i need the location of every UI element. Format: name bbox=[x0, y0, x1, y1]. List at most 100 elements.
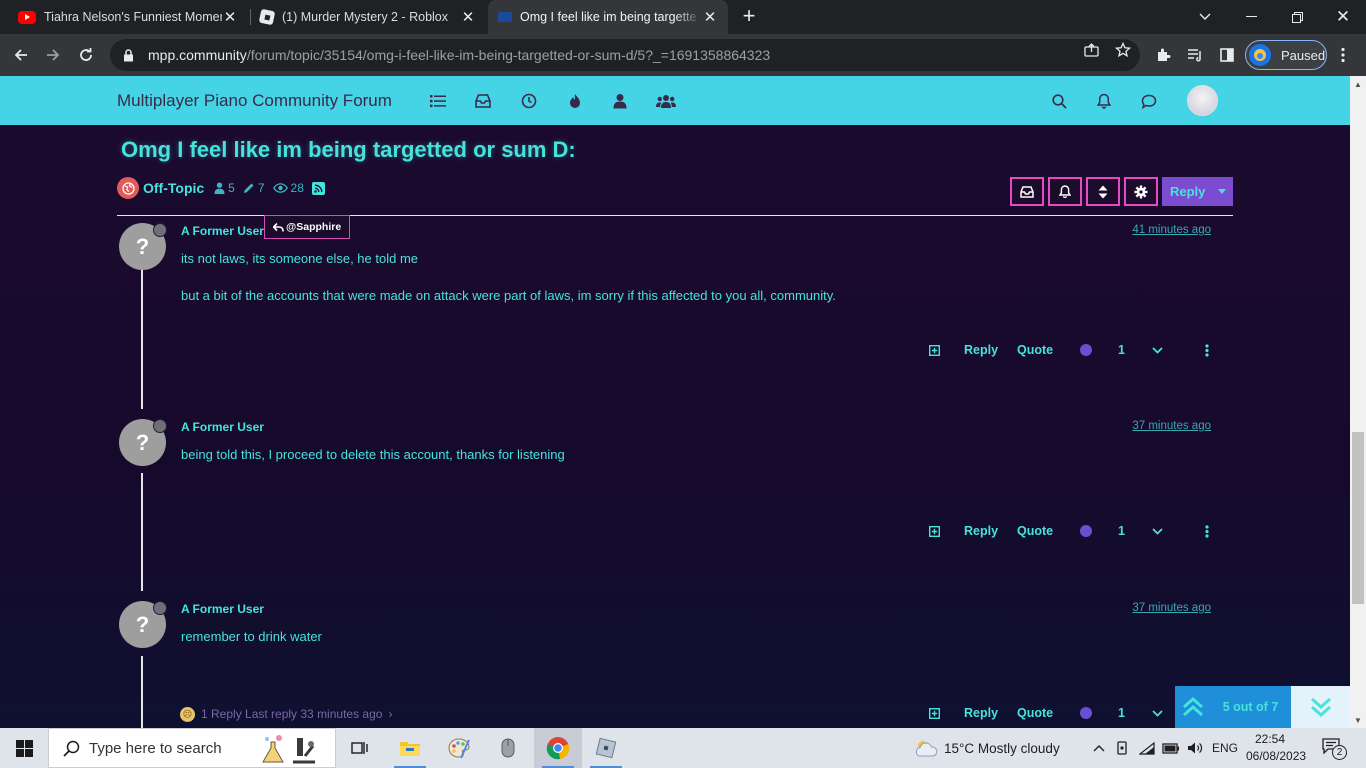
pagination-counter[interactable]: 5 out of 7 bbox=[1210, 686, 1291, 728]
post-timestamp[interactable]: 41 minutes ago bbox=[1132, 224, 1211, 236]
post-reply-button[interactable]: Reply bbox=[964, 703, 998, 723]
chat-icon[interactable] bbox=[1140, 92, 1158, 110]
post-menu-button[interactable] bbox=[1205, 340, 1209, 360]
start-button[interactable] bbox=[0, 728, 48, 768]
rss-icon[interactable] bbox=[311, 181, 325, 195]
sort-button[interactable] bbox=[1086, 177, 1120, 206]
address-bar[interactable]: mpp.community/forum/topic/35154/omg-i-fe… bbox=[110, 39, 1140, 71]
quote-button[interactable]: Quote bbox=[1017, 703, 1053, 723]
downvote-button[interactable] bbox=[1152, 340, 1163, 360]
forum-brand[interactable]: Multiplayer Piano Community Forum bbox=[117, 91, 392, 111]
post-timestamp[interactable]: 37 minutes ago bbox=[1132, 420, 1211, 432]
close-window-button[interactable]: ✕ bbox=[1320, 0, 1366, 34]
replies-link[interactable]: ☹ 1 Reply Last reply 33 minutes ago › bbox=[180, 705, 392, 723]
menu-icon[interactable] bbox=[1333, 45, 1353, 65]
wifi-icon[interactable] bbox=[1138, 739, 1156, 757]
upvote-button[interactable] bbox=[1080, 703, 1092, 723]
scroll-down-arrow[interactable]: ▼ bbox=[1350, 712, 1366, 728]
posts-count: 7 bbox=[257, 181, 265, 195]
vote-dot-icon bbox=[1080, 344, 1092, 356]
taskbar-paint[interactable] bbox=[435, 728, 483, 768]
post-timestamp[interactable]: 37 minutes ago bbox=[1132, 602, 1211, 614]
meet-now-icon[interactable] bbox=[1114, 739, 1132, 757]
battery-icon[interactable] bbox=[1162, 739, 1180, 757]
topic-title: Omg I feel like im being targetted or su… bbox=[121, 137, 576, 162]
taskbar-clock[interactable]: 22:54 06/08/2023 bbox=[1246, 731, 1306, 765]
reload-button[interactable] bbox=[73, 42, 99, 68]
close-icon[interactable]: ✕ bbox=[702, 9, 718, 26]
reply-button[interactable]: Reply bbox=[1162, 177, 1233, 206]
notification-center-button[interactable]: 2 bbox=[1322, 738, 1347, 760]
tab-forum-topic[interactable]: Omg I feel like im being targette ✕ bbox=[488, 0, 728, 34]
downvote-button[interactable] bbox=[1152, 521, 1163, 541]
extensions-icon[interactable] bbox=[1153, 45, 1173, 65]
bookmark-button[interactable] bbox=[929, 340, 940, 360]
inbox-button[interactable] bbox=[1010, 177, 1044, 206]
minimize-button[interactable] bbox=[1228, 0, 1274, 34]
chevron-up-icon[interactable] bbox=[1090, 739, 1108, 757]
back-button[interactable] bbox=[8, 42, 34, 68]
tab-youtube[interactable]: Tiahra Nelson's Funniest Moment ✕ bbox=[8, 0, 248, 34]
taskbar-mouse-app[interactable] bbox=[484, 728, 532, 768]
user-avatar[interactable] bbox=[1187, 85, 1218, 116]
vote-count: 1 bbox=[1118, 524, 1125, 538]
post-reply-button[interactable]: Reply bbox=[964, 521, 998, 541]
scroll-bottom-button[interactable] bbox=[1291, 686, 1350, 728]
bell-icon[interactable] bbox=[1095, 92, 1113, 110]
quote-button[interactable]: Quote bbox=[1017, 521, 1053, 541]
category-link[interactable]: Off-Topic bbox=[143, 180, 204, 196]
new-tab-button[interactable]: + bbox=[737, 5, 761, 29]
taskbar-search[interactable]: Type here to search bbox=[48, 728, 336, 768]
close-icon[interactable]: ✕ bbox=[460, 9, 476, 26]
reply-dropdown-toggle[interactable] bbox=[1210, 177, 1233, 206]
views-count: 28 bbox=[290, 181, 304, 195]
page-scrollbar[interactable]: ▲ ▼ bbox=[1350, 76, 1366, 728]
tab-search-button[interactable] bbox=[1182, 0, 1228, 34]
forward-button[interactable] bbox=[40, 42, 66, 68]
scroll-top-button[interactable] bbox=[1175, 686, 1210, 728]
bookmark-button[interactable] bbox=[929, 521, 940, 541]
task-view-button[interactable] bbox=[336, 728, 384, 768]
upvote-button[interactable] bbox=[1080, 521, 1092, 541]
restore-button[interactable] bbox=[1274, 0, 1320, 34]
topic-tools-button[interactable] bbox=[1124, 177, 1158, 206]
tab-roblox[interactable]: (1) Murder Mystery 2 - Roblox ✕ bbox=[250, 0, 486, 34]
fire-icon[interactable] bbox=[566, 92, 584, 110]
scroll-up-arrow[interactable]: ▲ bbox=[1350, 76, 1366, 92]
volume-icon[interactable] bbox=[1186, 739, 1204, 757]
parent-post-link[interactable]: @Sapphire bbox=[264, 215, 351, 239]
clock-icon[interactable] bbox=[520, 92, 538, 110]
ellipsis-vertical-icon bbox=[1205, 343, 1209, 357]
user-icon[interactable] bbox=[611, 92, 629, 110]
post-author[interactable]: A Former User bbox=[181, 420, 264, 434]
watch-button[interactable] bbox=[1048, 177, 1082, 206]
reload-icon bbox=[80, 48, 92, 61]
search-icon[interactable] bbox=[1050, 92, 1068, 110]
post-author[interactable]: A Former User bbox=[181, 224, 264, 238]
taskbar-chrome[interactable] bbox=[534, 728, 582, 768]
media-control-icon[interactable] bbox=[1185, 45, 1205, 65]
profile-button[interactable]: Paused bbox=[1245, 40, 1327, 70]
input-language[interactable]: ENG bbox=[1212, 728, 1238, 768]
list-icon[interactable] bbox=[429, 92, 447, 110]
close-icon[interactable]: ✕ bbox=[222, 9, 238, 26]
inbox-icon[interactable] bbox=[474, 92, 492, 110]
scroll-thumb[interactable] bbox=[1352, 432, 1364, 604]
users-icon[interactable] bbox=[656, 92, 676, 110]
quote-button[interactable]: Quote bbox=[1017, 340, 1053, 360]
share-icon[interactable] bbox=[1083, 42, 1099, 58]
star-icon[interactable] bbox=[1115, 42, 1131, 58]
post-pagination: 5 out of 7 bbox=[1175, 686, 1350, 728]
post-menu-button[interactable] bbox=[1205, 521, 1209, 541]
post-reply-button[interactable]: Reply bbox=[964, 340, 998, 360]
taskbar-file-explorer[interactable] bbox=[386, 728, 434, 768]
downvote-button[interactable] bbox=[1152, 703, 1163, 723]
weather-cloud-icon[interactable] bbox=[912, 739, 940, 757]
weather-text[interactable]: 15°C Mostly cloudy bbox=[944, 728, 1060, 768]
side-panel-icon[interactable] bbox=[1217, 45, 1237, 65]
upvote-button[interactable] bbox=[1080, 340, 1092, 360]
post-author[interactable]: A Former User bbox=[181, 602, 264, 616]
bookmark-button[interactable] bbox=[929, 703, 940, 723]
plus-square-icon bbox=[929, 344, 940, 356]
taskbar-roblox[interactable] bbox=[582, 728, 630, 768]
